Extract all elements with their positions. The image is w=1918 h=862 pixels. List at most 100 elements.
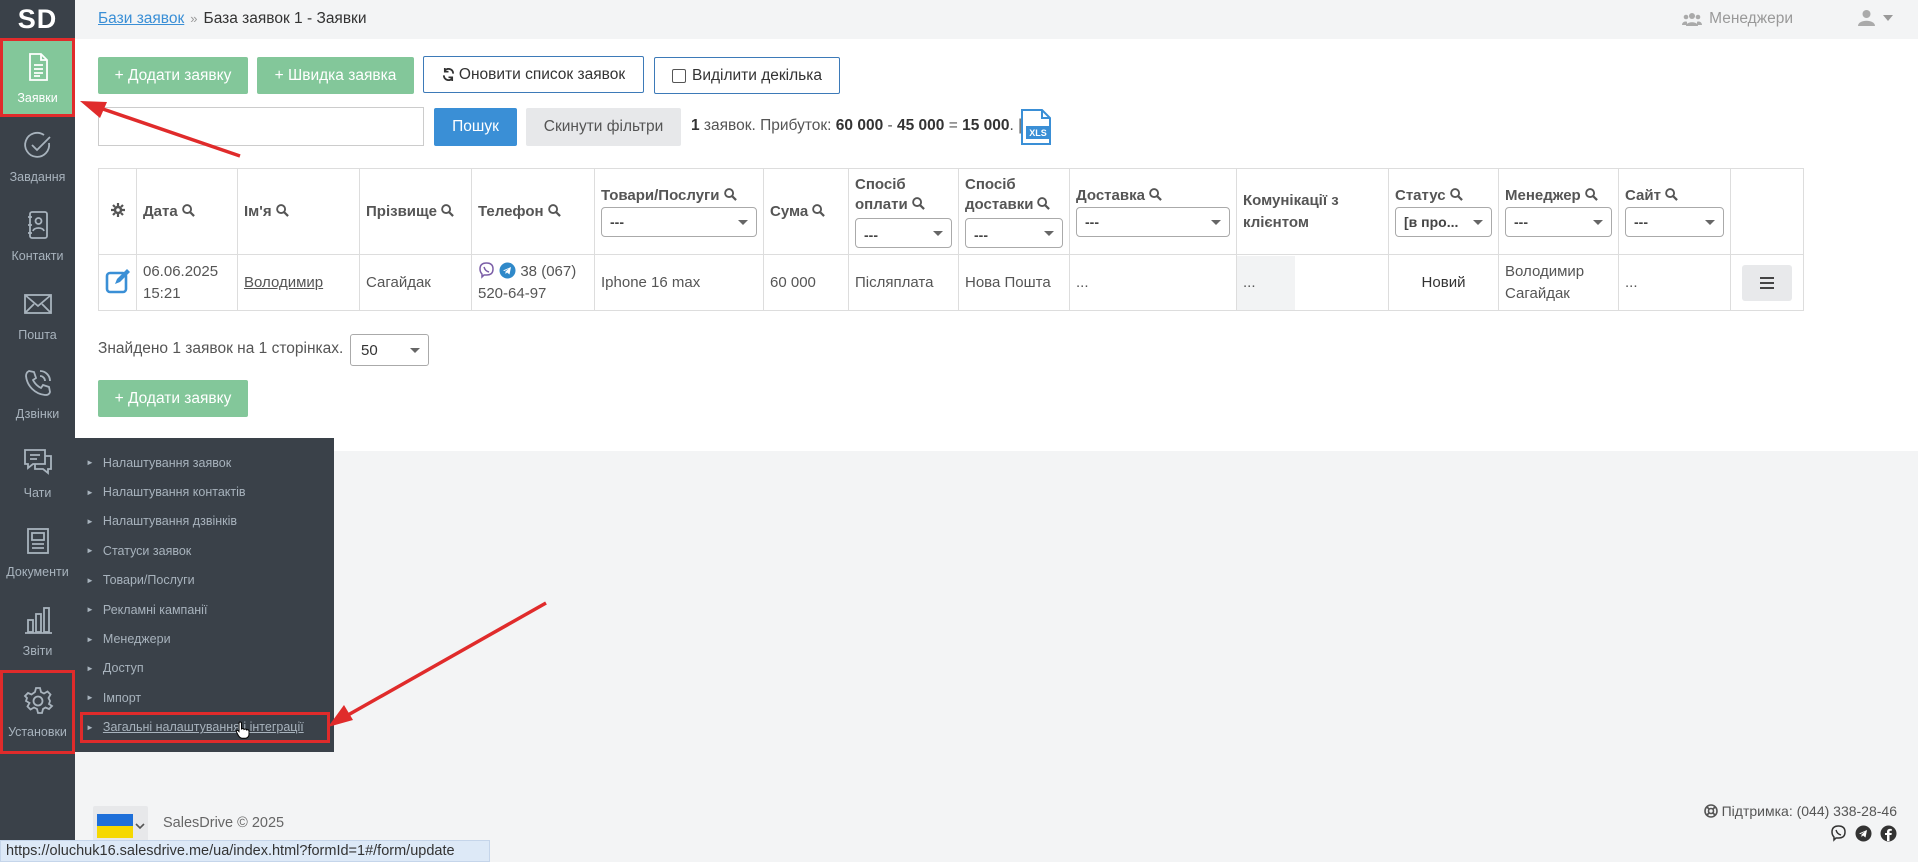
- sidebar-item-orders[interactable]: Заявки: [0, 38, 75, 117]
- products-filter-select[interactable]: ---: [601, 206, 757, 237]
- header-phone[interactable]: Телефон: [471, 168, 595, 255]
- header-delivery-method: Спосіб доставки ---: [958, 168, 1070, 255]
- refresh-list-label: Оновити список заявок: [458, 65, 626, 83]
- sidebar-item-label: Дзвінки: [15, 406, 60, 421]
- logo[interactable]: SD: [0, 0, 75, 38]
- submenu-item-order-statuses[interactable]: ► Статуси заявок: [75, 536, 334, 565]
- search-input[interactable]: [98, 107, 424, 146]
- submenu-item-import[interactable]: ► Імпорт: [75, 683, 334, 712]
- header-manager: Менеджер ---: [1498, 168, 1619, 255]
- client-name-link[interactable]: Володимир: [244, 274, 323, 291]
- search-icon[interactable]: [1449, 187, 1463, 201]
- language-selector[interactable]: [93, 806, 148, 842]
- search-icon[interactable]: [1037, 197, 1051, 210]
- checkbox[interactable]: [671, 68, 686, 83]
- search-button[interactable]: Пошук: [434, 108, 517, 146]
- submenu-item-ad-campaigns[interactable]: ► Рекламні кампанії: [75, 595, 334, 624]
- delivery-method-filter-select[interactable]: ---: [965, 218, 1063, 248]
- search-icon[interactable]: [441, 204, 454, 217]
- cell-delivery-method: Нова Пошта: [958, 254, 1070, 311]
- submenu-item-contacts-settings[interactable]: ► Налаштування контактів: [75, 477, 334, 506]
- caret-right-icon: ►: [86, 458, 94, 468]
- quick-order-button[interactable]: + Швидка заявка: [257, 57, 414, 94]
- sidebar-item-tasks[interactable]: Завдання: [0, 117, 75, 196]
- sidebar-item-documents[interactable]: Документи: [0, 512, 75, 591]
- header-manager-label: Менеджер: [1505, 186, 1581, 204]
- cost-value: 45 000: [896, 117, 945, 134]
- submenu-item-access[interactable]: ► Доступ: [75, 654, 334, 683]
- social-links: [1830, 825, 1897, 842]
- edit-cell[interactable]: [98, 254, 137, 311]
- viber-icon[interactable]: [1830, 825, 1847, 842]
- sidebar-item-chats[interactable]: Чати: [0, 433, 75, 512]
- orders-count-text: заявок. Прибуток:: [699, 117, 836, 134]
- add-order-bottom-button[interactable]: + Додати заявку: [98, 380, 248, 417]
- cell-site: ...: [1618, 254, 1731, 311]
- manager-filter-select[interactable]: ---: [1505, 206, 1612, 237]
- breadcrumb-parent-link[interactable]: Бази заявок: [98, 10, 184, 27]
- telegram-icon[interactable]: [499, 262, 516, 279]
- gear-icon[interactable]: [110, 202, 125, 217]
- sidebar-item-mail[interactable]: Пошта: [0, 275, 75, 354]
- lifebuoy-icon: [1703, 804, 1718, 818]
- header-surname[interactable]: Прізвище: [359, 168, 472, 255]
- settings-submenu: ► Налаштування заявок ► Налаштування конта…: [75, 438, 334, 752]
- refresh-list-button[interactable]: Оновити список заявок: [423, 56, 644, 93]
- search-icon[interactable]: [1149, 187, 1162, 201]
- sidebar-item-contacts[interactable]: Контакти: [0, 196, 75, 275]
- submenu-item-label: Доступ: [102, 661, 144, 676]
- phone-icon: [24, 369, 51, 396]
- search-icon[interactable]: [181, 204, 195, 217]
- payment-filter-select[interactable]: ---: [855, 218, 952, 248]
- support-info: Підтримка: (044) 338-28-46: [1703, 803, 1897, 819]
- document-icon: [28, 52, 48, 81]
- submenu-item-products[interactable]: ► Товари/Послуги: [75, 566, 334, 595]
- status-filter-select[interactable]: [в про...: [1395, 206, 1492, 237]
- reset-filters-button[interactable]: Скинути фільтри: [526, 108, 681, 146]
- facebook-icon[interactable]: [1880, 825, 1897, 842]
- user-menu[interactable]: [1858, 9, 1893, 26]
- per-page-select[interactable]: 50: [350, 334, 429, 366]
- delivery-filter-select[interactable]: ---: [1076, 206, 1230, 237]
- search-icon[interactable]: [275, 204, 289, 217]
- profit-value: 15 000: [962, 117, 1010, 134]
- site-filter-select[interactable]: ---: [1625, 206, 1724, 237]
- search-icon[interactable]: [723, 187, 737, 201]
- sidebar-item-calls[interactable]: Дзвінки: [0, 354, 75, 433]
- header-name[interactable]: Ім'я: [237, 168, 360, 255]
- table-row[interactable]: 06.06.2025 15:21 Володимир Сагайдак 38 (0…: [98, 254, 1804, 311]
- submenu-item-calls-settings[interactable]: ► Налаштування дзвінків: [75, 507, 334, 536]
- submenu-item-label: Товари/Послуги: [102, 573, 195, 588]
- caret-right-icon: ►: [86, 575, 94, 585]
- table-settings-header[interactable]: [98, 168, 137, 255]
- search-icon[interactable]: [1665, 187, 1678, 201]
- order-time: 15:21: [143, 284, 181, 302]
- add-order-button[interactable]: + Додати заявку: [98, 57, 248, 94]
- header-site: Сайт ---: [1618, 168, 1731, 255]
- caret-right-icon: ►: [86, 722, 94, 732]
- xls-export-icon[interactable]: XLS: [1020, 108, 1052, 146]
- edit-icon[interactable]: [105, 268, 131, 294]
- search-icon[interactable]: [1584, 187, 1598, 201]
- caret-right-icon: ►: [86, 663, 94, 673]
- sidebar-item-reports[interactable]: Звіти: [0, 591, 75, 670]
- header-sum[interactable]: Сума: [763, 168, 849, 255]
- sidebar-item-settings[interactable]: Установки: [0, 670, 75, 754]
- header-date[interactable]: Дата: [136, 168, 238, 255]
- search-icon[interactable]: [812, 204, 826, 217]
- phone-part-2: 520-64-97: [478, 284, 547, 302]
- row-menu-button[interactable]: [1742, 264, 1792, 301]
- submenu-item-general-settings[interactable]: ► Загальні налаштування і інтеграції: [80, 711, 330, 743]
- submenu-item-orders-settings[interactable]: ► Налаштування заявок: [75, 448, 334, 477]
- search-icon[interactable]: [911, 197, 925, 210]
- cell-phone: 38 (067) 520-64-97: [471, 254, 595, 311]
- viber-icon[interactable]: [478, 261, 495, 279]
- search-icon[interactable]: [547, 204, 561, 217]
- cell-status[interactable]: Новий: [1388, 254, 1499, 311]
- orders-summary: 1 заявок. Прибуток: 60 000 - 45 000 = 15…: [691, 117, 1022, 135]
- telegram-icon[interactable]: [1855, 825, 1872, 842]
- sidebar-item-label: Завдання: [9, 169, 66, 184]
- select-multiple-button[interactable]: Виділити декілька: [654, 57, 840, 94]
- managers-link[interactable]: Менеджери: [1682, 10, 1793, 28]
- submenu-item-managers[interactable]: ► Менеджери: [75, 624, 334, 653]
